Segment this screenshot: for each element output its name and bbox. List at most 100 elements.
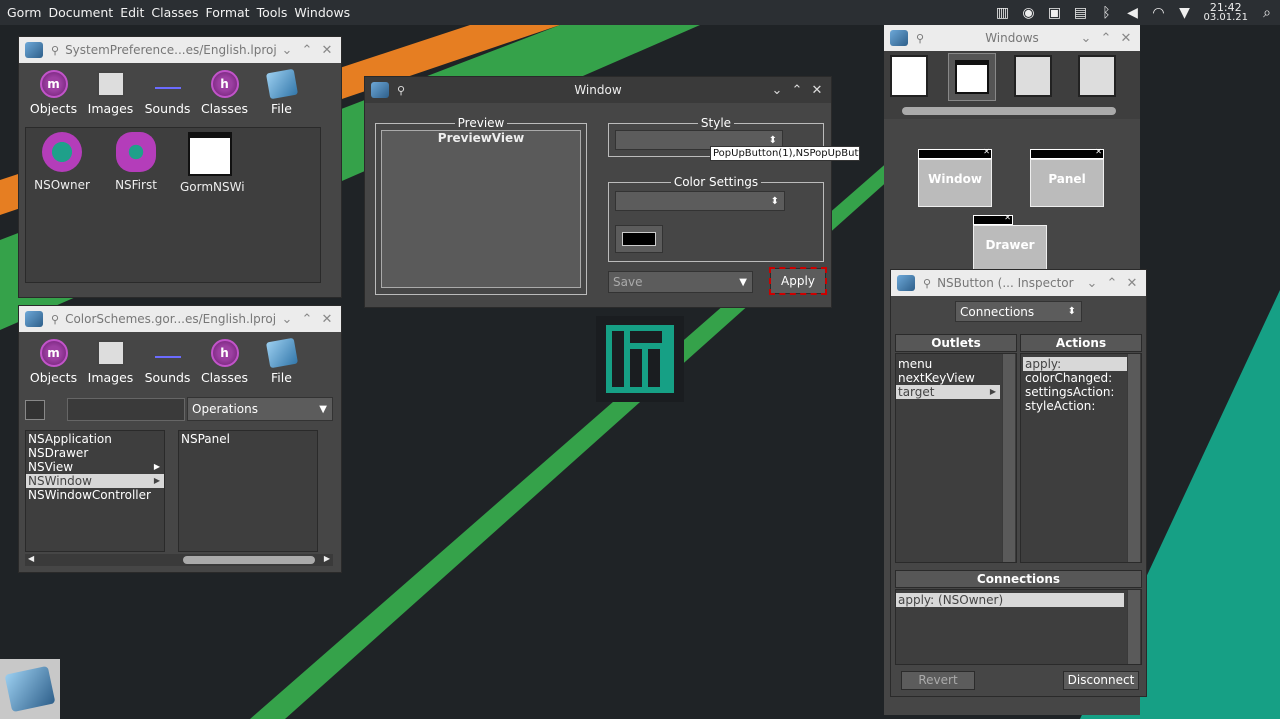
disconnect-button[interactable]: Disconnect [1063, 671, 1139, 690]
manjaro-icon[interactable]: ▥ [992, 3, 1012, 23]
maximize-icon[interactable]: ⌃ [297, 43, 317, 58]
menu-tools[interactable]: Tools [257, 0, 288, 25]
outlet-item[interactable]: nextKeyView [896, 371, 1000, 385]
tool-images[interactable]: Images [82, 69, 139, 119]
color-popup[interactable]: ⬍ [615, 191, 785, 211]
maximize-icon[interactable]: ⌃ [1096, 31, 1116, 46]
chevron-down-icon[interactable]: ▼ [1174, 3, 1194, 23]
connections-scrollbar[interactable] [1127, 590, 1141, 664]
sysprefs-titlebar[interactable]: ⚲ SystemPreference...es/English.lproj ⌄ … [19, 37, 341, 63]
update-icon[interactable]: ◉ [1018, 3, 1038, 23]
operations-popup[interactable]: Operations ▼ [187, 397, 333, 421]
close-icon[interactable]: ✕ [317, 43, 337, 58]
maximize-icon[interactable]: ⌃ [297, 312, 317, 327]
class-item[interactable]: NSDrawer [26, 446, 164, 460]
object-nsowner[interactable]: NSOwner [32, 132, 92, 192]
pin-icon[interactable]: ⚲ [51, 44, 59, 57]
menu-document[interactable]: Document [48, 0, 113, 25]
menu-classes[interactable]: Classes [151, 0, 198, 25]
minimize-icon[interactable]: ⌄ [277, 312, 297, 327]
tool-objects[interactable]: m Objects [25, 69, 82, 119]
palette-drawer-item[interactable]: ✕ Drawer [973, 213, 1047, 275]
tool-sounds[interactable]: Sounds [139, 338, 196, 388]
window-titlebar[interactable]: ⚲ Window ⌄ ⌃ ✕ [365, 77, 831, 103]
search-icon[interactable]: ⌕ [1257, 3, 1277, 23]
tool-objects[interactable]: m Objects [25, 338, 82, 388]
palette-containers-icon[interactable] [1078, 55, 1116, 97]
tool-file[interactable]: File [253, 337, 310, 388]
volume-icon[interactable]: ◀ [1122, 3, 1142, 23]
tool-label: Sounds [144, 101, 191, 116]
menu-edit[interactable]: Edit [120, 0, 144, 25]
scroll-thumb[interactable] [183, 556, 315, 564]
close-icon[interactable]: ✕ [807, 83, 827, 98]
action-item-selected[interactable]: apply: [1023, 357, 1127, 371]
action-item[interactable]: settingsAction: [1023, 385, 1141, 399]
palette-window-icon[interactable] [948, 53, 996, 101]
tool-images[interactable]: Images [82, 338, 139, 388]
palette-scroll-thumb[interactable] [902, 107, 1116, 115]
outlets-scrollbar[interactable] [1002, 354, 1016, 562]
menu-format[interactable]: Format [206, 0, 250, 25]
tool-classes[interactable]: h Classes [196, 338, 253, 388]
windows-palette-titlebar[interactable]: ⚲ Windows ⌄ ⌃ ✕ [884, 25, 1140, 51]
palette-panel-item[interactable]: ✕ Panel [1030, 147, 1104, 209]
clipboard-icon[interactable]: ▤ [1070, 3, 1090, 23]
pin-icon[interactable]: ⚲ [51, 313, 59, 326]
color-well[interactable] [615, 225, 663, 253]
clock[interactable]: 21:42 03.01.21 [1203, 2, 1248, 23]
tool-classes[interactable]: h Classes [196, 69, 253, 119]
action-item[interactable]: colorChanged: [1023, 371, 1141, 385]
close-icon[interactable]: ✕ [1116, 31, 1136, 46]
bluetooth-icon[interactable]: ᛒ [1096, 3, 1116, 23]
close-icon[interactable]: ✕ [1122, 276, 1142, 291]
class-item[interactable]: NSView ▶ [26, 460, 164, 474]
object-gormnswindow[interactable]: GormNSWi [180, 132, 245, 194]
inspector-titlebar[interactable]: ⚲ NSButton (... Inspector ⌄ ⌃ ✕ [891, 270, 1146, 296]
close-icon: ✕ [1095, 147, 1102, 156]
terminal-icon[interactable]: ▣ [1044, 3, 1064, 23]
class-item[interactable]: NSPanel [179, 432, 317, 446]
minimize-icon[interactable]: ⌄ [1076, 31, 1096, 46]
images-icon [96, 71, 125, 97]
palette-controls-icon[interactable] [1014, 55, 1052, 97]
pin-icon[interactable]: ⚲ [916, 32, 924, 45]
close-icon[interactable]: ✕ [317, 312, 337, 327]
chevron-right-icon: ▶ [989, 387, 996, 396]
maximize-icon[interactable]: ⌃ [787, 83, 807, 98]
minimize-icon[interactable]: ⌄ [277, 43, 297, 58]
action-item[interactable]: styleAction: [1023, 399, 1141, 413]
outlet-item[interactable]: menu [896, 357, 1000, 371]
preview-view[interactable]: PreviewView [381, 130, 581, 288]
class-list-icon[interactable] [25, 400, 45, 420]
colorschemes-titlebar[interactable]: ⚲ ColorSchemes.gor...es/English.lproj ⌄ … [19, 306, 341, 332]
palette-menu-icon[interactable] [890, 55, 928, 97]
tool-sounds[interactable]: Sounds [139, 69, 196, 119]
class-item-selected[interactable]: NSWindow ▶ [26, 474, 164, 488]
gorm-dock-icon[interactable] [0, 659, 60, 719]
scroll-left-icon[interactable]: ◀ [28, 554, 34, 563]
actions-scrollbar[interactable] [1127, 354, 1141, 562]
connection-item-selected[interactable]: apply: (NSOwner) [896, 593, 1124, 607]
apply-button[interactable]: Apply [769, 267, 827, 295]
minimize-icon[interactable]: ⌄ [1082, 276, 1102, 291]
menu-gorm[interactable]: Gorm [7, 0, 41, 25]
pin-icon[interactable]: ⚲ [923, 277, 931, 290]
maximize-icon[interactable]: ⌃ [1102, 276, 1122, 291]
pin-icon[interactable]: ⚲ [397, 84, 405, 97]
tool-file[interactable]: File [253, 68, 310, 119]
revert-button[interactable]: Revert [901, 671, 975, 690]
class-search-input[interactable] [67, 398, 185, 421]
minimize-icon[interactable]: ⌄ [767, 83, 787, 98]
menu-windows[interactable]: Windows [294, 0, 350, 25]
save-popup[interactable]: Save ▼ [608, 271, 753, 293]
inspector-mode-popup[interactable]: Connections ⬍ [955, 301, 1082, 322]
horizontal-scrollbar[interactable]: ◀ ▶ [25, 554, 333, 566]
palette-window-item[interactable]: ✕ Window [918, 147, 992, 209]
class-item[interactable]: NSWindowController [26, 488, 164, 502]
scroll-right-icon[interactable]: ▶ [324, 554, 330, 563]
outlet-item-selected[interactable]: target ▶ [896, 385, 1000, 399]
wifi-icon[interactable]: ◠ [1148, 3, 1168, 23]
class-item[interactable]: NSApplication [26, 432, 164, 446]
object-nsfirst[interactable]: NSFirst [106, 132, 166, 192]
